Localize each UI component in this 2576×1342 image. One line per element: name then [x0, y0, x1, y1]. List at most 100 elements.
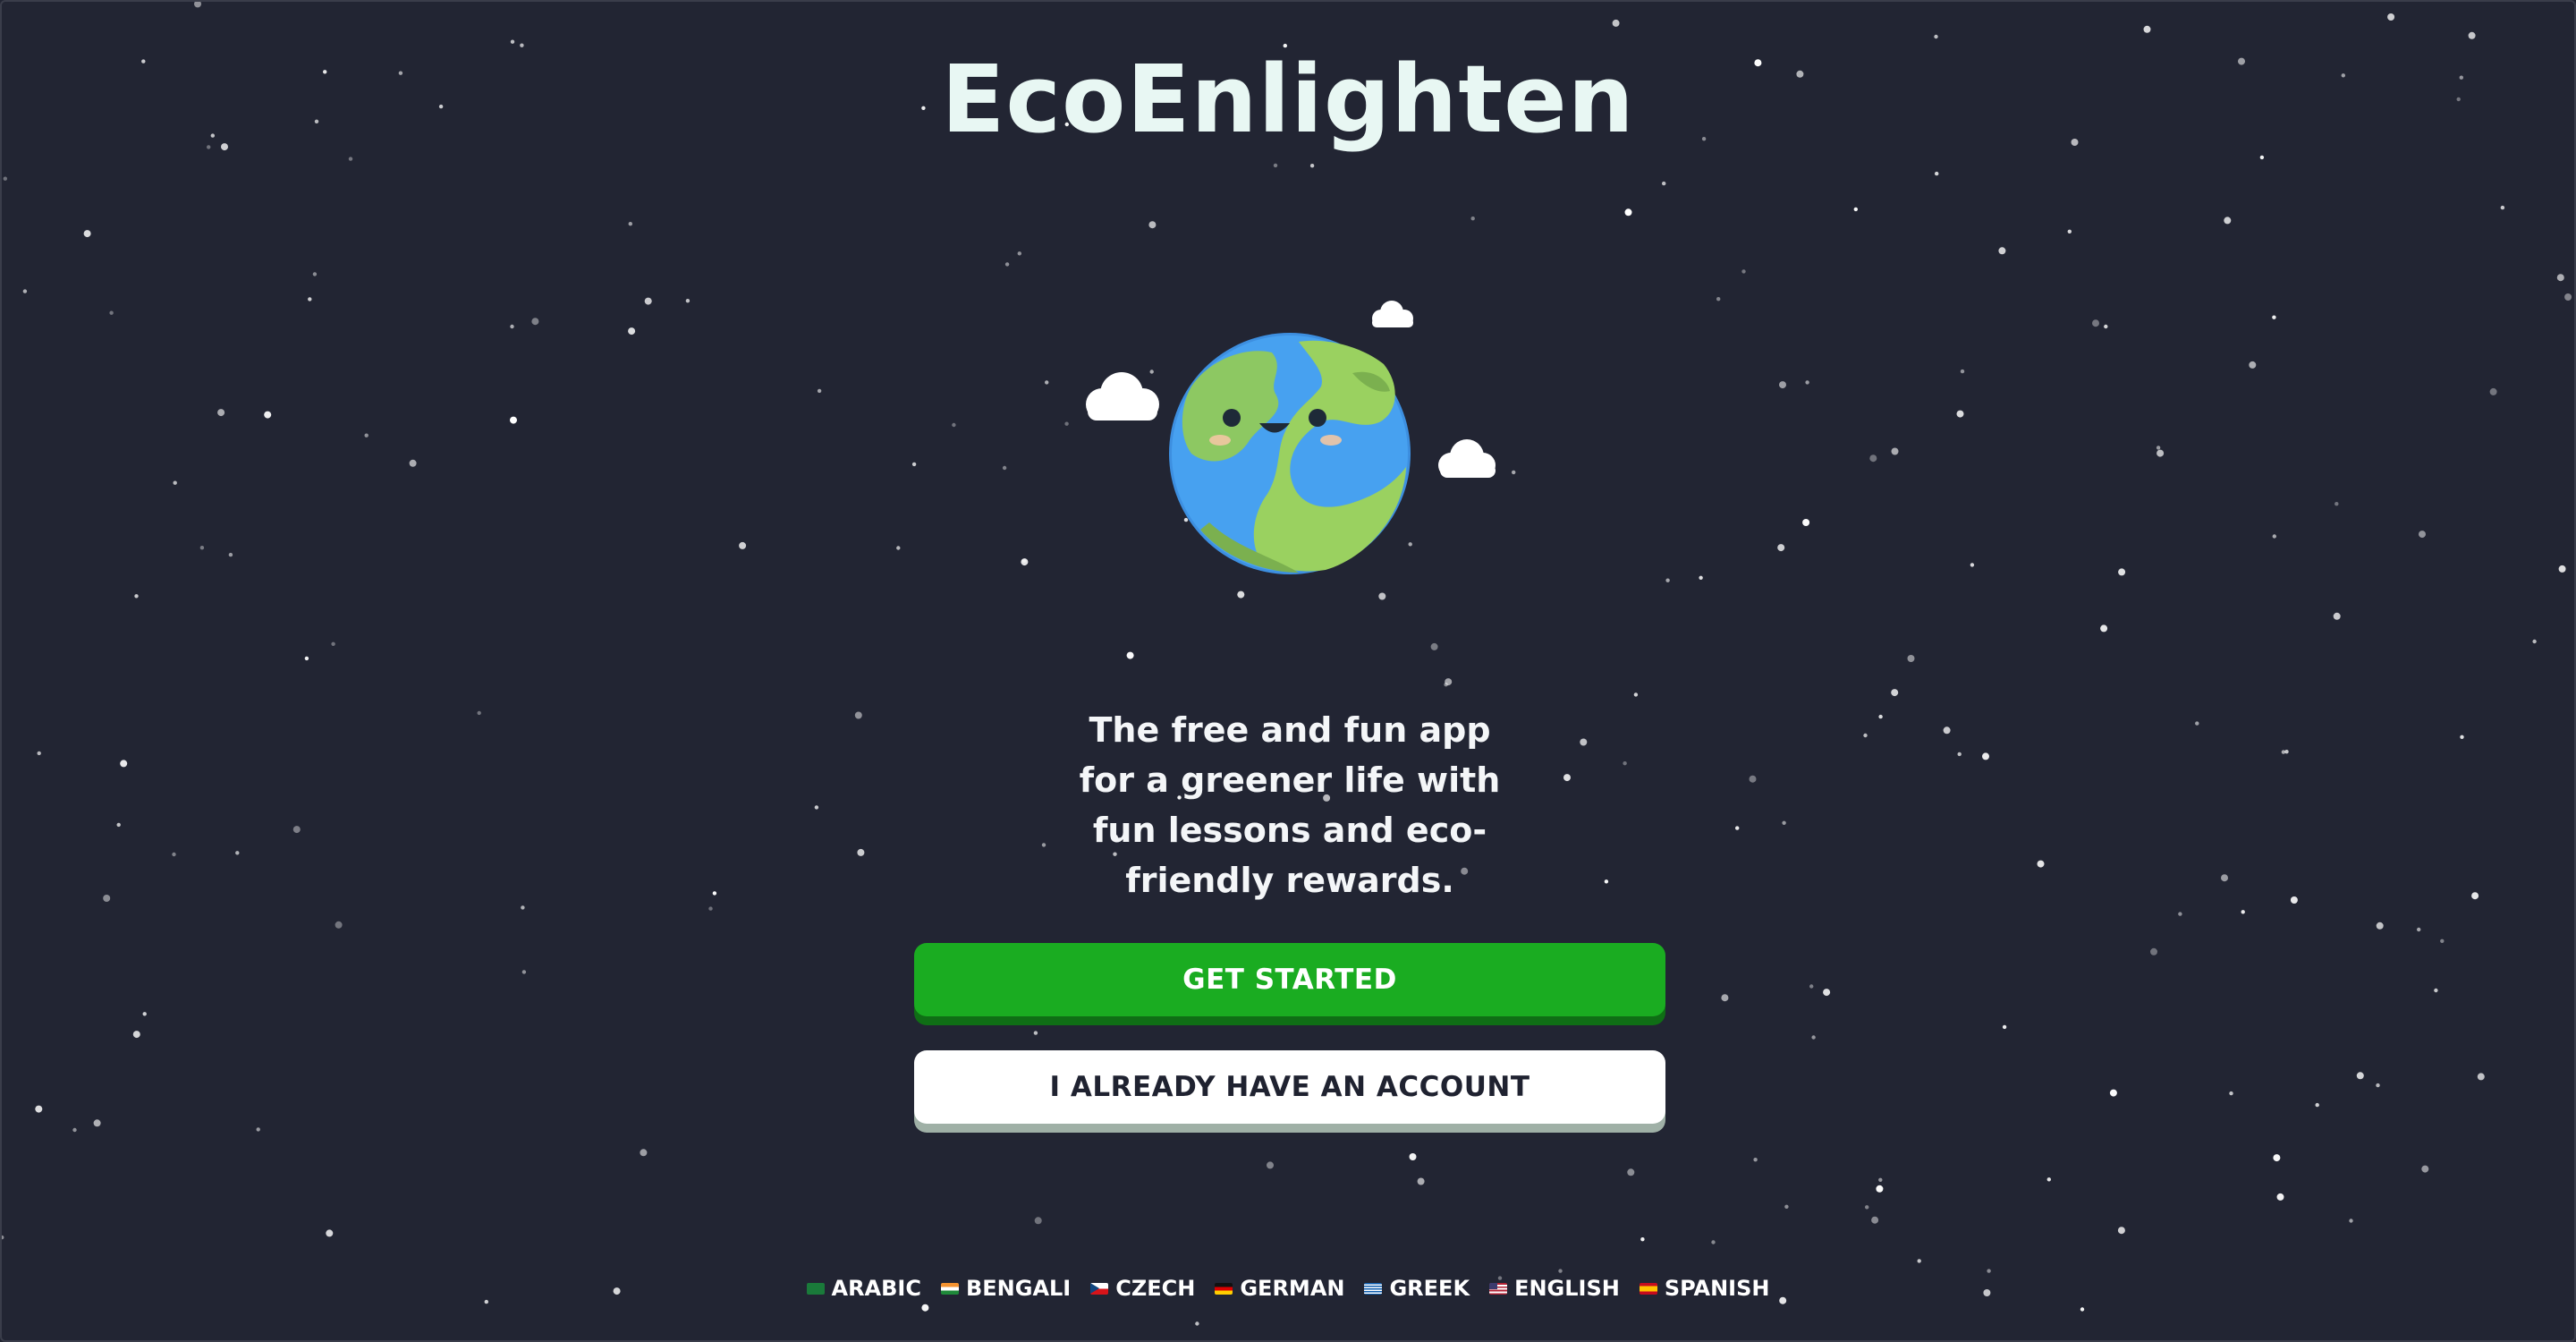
star — [2421, 1165, 2429, 1173]
star — [2440, 939, 2445, 944]
star — [644, 297, 652, 305]
star — [1126, 651, 1134, 659]
star — [2046, 1177, 2051, 1182]
star — [531, 318, 539, 326]
star — [1809, 984, 1814, 989]
star — [628, 222, 632, 226]
star — [2276, 1193, 2284, 1201]
cloud-right-icon — [1438, 439, 1496, 478]
star — [120, 760, 128, 768]
language-option-english[interactable]: ENGLISH — [1489, 1276, 1620, 1301]
star — [2143, 25, 2151, 33]
star — [510, 416, 517, 424]
star — [2500, 205, 2505, 210]
star — [2104, 324, 2108, 329]
star — [1662, 181, 1666, 186]
star — [1779, 381, 1786, 389]
star — [335, 921, 343, 929]
star — [1633, 692, 1639, 697]
star — [1987, 1269, 1991, 1273]
star — [2118, 568, 2126, 576]
star — [1753, 1158, 1758, 1162]
star — [1871, 1216, 1879, 1224]
login-button[interactable]: I ALREADY HAVE AN ACCOUNT — [914, 1050, 1665, 1124]
star — [1273, 163, 1278, 168]
star — [1917, 1259, 1921, 1263]
star — [2273, 1154, 2281, 1162]
star — [2229, 1091, 2233, 1096]
star — [308, 297, 312, 302]
star — [2109, 1089, 2117, 1097]
star — [2241, 910, 2245, 914]
star — [22, 289, 28, 293]
star — [1865, 1205, 1869, 1210]
star — [1853, 207, 1858, 212]
star — [3, 176, 7, 181]
star — [2419, 531, 2426, 539]
star — [1002, 465, 1007, 471]
star — [2157, 449, 2165, 457]
star — [1034, 1217, 1042, 1225]
star — [134, 594, 139, 599]
star — [1021, 558, 1029, 566]
star — [2417, 927, 2421, 932]
star — [477, 710, 481, 716]
language-option-greek[interactable]: GREEK — [1364, 1276, 1470, 1301]
star — [1045, 380, 1049, 385]
star — [172, 852, 176, 857]
star — [814, 805, 819, 810]
star — [1033, 1031, 1038, 1035]
star — [1017, 251, 1022, 256]
star — [1267, 1161, 1274, 1169]
language-option-arabic[interactable]: ARABIC — [806, 1276, 921, 1301]
sa-flag-icon — [806, 1282, 825, 1295]
star — [2334, 502, 2339, 506]
star — [2224, 217, 2232, 225]
star — [2092, 319, 2099, 327]
star — [1784, 1204, 1789, 1210]
star — [2468, 31, 2476, 39]
star — [109, 310, 114, 315]
star — [2221, 874, 2228, 882]
star — [1960, 369, 1965, 374]
star — [1891, 447, 1899, 455]
star — [1970, 563, 1975, 567]
star — [2333, 612, 2341, 620]
star — [1878, 1177, 1883, 1183]
app-tagline: The free and fun app for a greener life … — [1079, 710, 1501, 900]
star — [1876, 1185, 1884, 1193]
language-option-german[interactable]: GERMAN — [1215, 1276, 1344, 1301]
star — [1863, 733, 1868, 738]
cloud-left-icon — [1086, 372, 1159, 420]
star — [2349, 1219, 2353, 1223]
star — [921, 1304, 929, 1312]
star — [712, 891, 717, 896]
de-flag-icon — [1215, 1282, 1233, 1295]
star — [2080, 1307, 2085, 1312]
star — [1004, 262, 1010, 267]
language-option-czech[interactable]: CZECH — [1090, 1276, 1195, 1301]
cz-flag-icon — [1090, 1282, 1109, 1295]
star — [2272, 315, 2276, 319]
star — [2272, 534, 2276, 539]
star — [1470, 217, 1475, 221]
star — [132, 1031, 140, 1039]
language-option-spanish[interactable]: SPANISH — [1639, 1276, 1769, 1301]
star — [312, 272, 318, 276]
in-flag-icon — [940, 1282, 959, 1295]
star — [1417, 1177, 1425, 1185]
star — [2434, 988, 2438, 993]
star — [1624, 208, 1632, 217]
star — [2002, 1024, 2007, 1030]
star — [1957, 752, 1962, 757]
star — [37, 751, 41, 756]
star — [2460, 735, 2464, 739]
star — [2532, 639, 2537, 644]
language-label: GERMAN — [1240, 1276, 1345, 1301]
language-label: GREEK — [1389, 1276, 1470, 1301]
language-option-bengali[interactable]: BENGALI — [940, 1276, 1071, 1301]
star — [1935, 171, 1939, 176]
get-started-button[interactable]: GET STARTED — [914, 943, 1665, 1016]
star — [1869, 454, 1877, 463]
star — [348, 157, 353, 161]
